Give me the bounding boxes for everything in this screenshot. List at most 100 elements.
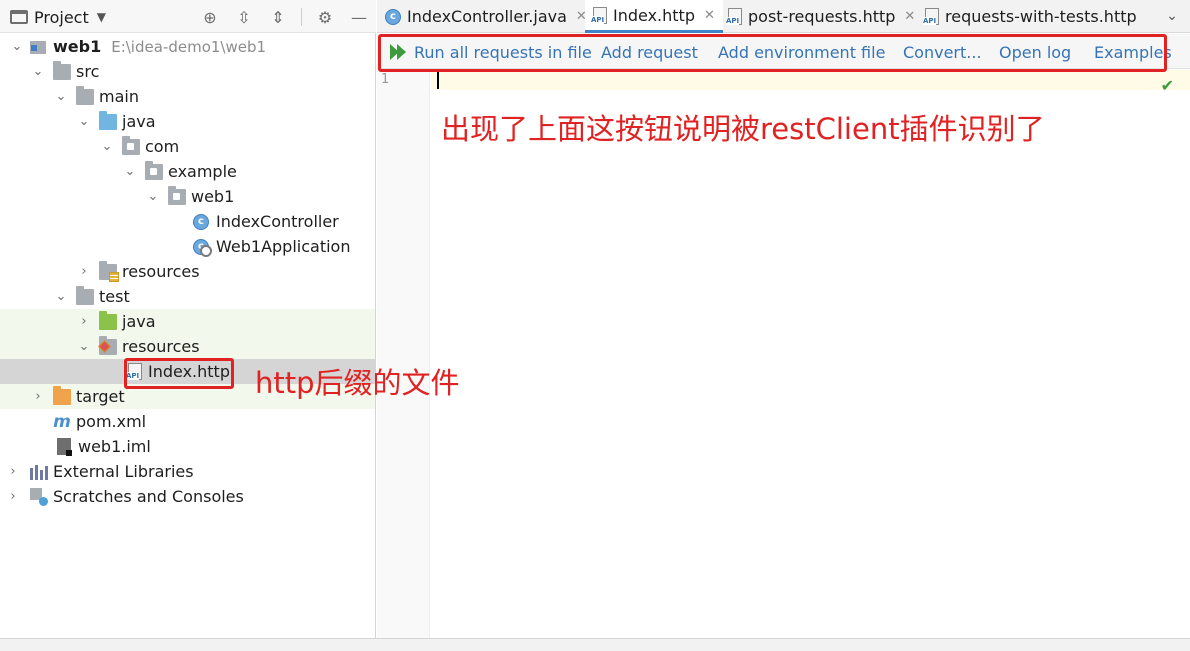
tab-indexcontroller-java[interactable]: c IndexController.java ✕ bbox=[377, 0, 595, 33]
editor-gutter: 1 bbox=[377, 70, 430, 638]
tree-item-web1application[interactable]: c Web1Application bbox=[0, 234, 375, 259]
package-icon bbox=[122, 135, 140, 155]
collapse-all-icon[interactable]: ⇕ bbox=[267, 6, 289, 28]
excluded-folder-icon bbox=[53, 385, 71, 405]
chevron-down-icon[interactable]: ⌄ bbox=[31, 64, 45, 79]
tree-item-web1-iml[interactable]: web1.iml bbox=[0, 434, 375, 459]
tree-item-web1-module[interactable]: ⌄ web1 E:\idea-demo1\web1 bbox=[0, 34, 375, 59]
checkmark-icon: ✔ bbox=[1160, 76, 1174, 95]
tab-index-http[interactable]: Index.http ✕ bbox=[585, 0, 723, 33]
tree-item-label: pom.xml bbox=[76, 412, 147, 431]
tab-label: Index.http bbox=[613, 5, 695, 25]
project-toolbar: ⊕ ⇳ ⇕ ⚙ — bbox=[199, 6, 370, 28]
chevron-down-icon[interactable]: ⌄ bbox=[100, 139, 114, 154]
iml-file-icon bbox=[57, 438, 72, 456]
tab-label: post-requests.http bbox=[748, 7, 896, 26]
chevron-down-icon[interactable]: ⌄ bbox=[146, 189, 160, 204]
toolbar-highlight-box bbox=[378, 34, 1167, 72]
tree-item-scratches[interactable]: › Scratches and Consoles bbox=[0, 484, 375, 509]
toolbar-annotation-text: 出现了上面这按钮说明被restClient插件识别了 bbox=[441, 112, 1045, 146]
tree-item-external-libraries[interactable]: › External Libraries bbox=[0, 459, 375, 484]
tree-item-pom-xml[interactable]: m pom.xml bbox=[0, 409, 375, 434]
chevron-down-icon[interactable]: ⌄ bbox=[54, 289, 68, 304]
chevron-down-icon[interactable]: ⌄ bbox=[1162, 6, 1182, 26]
chevron-down-icon[interactable]: ▼ bbox=[97, 10, 106, 24]
folder-icon bbox=[53, 60, 71, 80]
tree-item-indexcontroller[interactable]: c IndexController bbox=[0, 209, 375, 234]
close-icon[interactable]: ✕ bbox=[904, 9, 915, 24]
source-folder-icon bbox=[99, 110, 117, 130]
tree-item-test[interactable]: ⌄ test bbox=[0, 284, 375, 309]
tab-post-requests-http[interactable]: post-requests.http ✕ bbox=[720, 0, 923, 33]
tab-label: IndexController.java bbox=[407, 7, 567, 26]
editor-tabs: c IndexController.java ✕ Index.http ✕ po… bbox=[377, 0, 1190, 33]
tab-label: requests-with-tests.http bbox=[945, 7, 1137, 26]
tree-item-com[interactable]: ⌄ com bbox=[0, 134, 375, 159]
chevron-down-icon[interactable]: ⌄ bbox=[123, 164, 137, 179]
toolbar-divider bbox=[301, 8, 302, 26]
text-caret bbox=[437, 72, 439, 89]
tree-item-main-java[interactable]: ⌄ java bbox=[0, 109, 375, 134]
tree-item-label: External Libraries bbox=[53, 462, 194, 481]
test-source-folder-icon bbox=[99, 310, 117, 330]
tree-item-label: resources bbox=[122, 262, 200, 281]
tree-item-label: src bbox=[76, 62, 100, 81]
tree-item-example[interactable]: ⌄ example bbox=[0, 159, 375, 184]
minimize-icon[interactable]: — bbox=[348, 6, 370, 28]
tab-requests-with-tests-http[interactable]: requests-with-tests.http bbox=[917, 0, 1145, 33]
tree-item-test-resources[interactable]: ⌄ resources bbox=[0, 334, 375, 359]
java-class-icon: c bbox=[193, 213, 209, 230]
project-title: Project bbox=[34, 7, 89, 27]
tree-item-main-resources[interactable]: › resources bbox=[0, 259, 375, 284]
chevron-down-icon[interactable]: ⌄ bbox=[77, 339, 91, 354]
tree-item-label: Web1Application bbox=[216, 237, 351, 256]
package-icon bbox=[168, 185, 186, 205]
tree-item-label: web1 bbox=[191, 187, 235, 206]
module-path: E:\idea-demo1\web1 bbox=[111, 37, 267, 56]
chevron-right-icon[interactable]: › bbox=[6, 464, 20, 479]
chevron-down-icon[interactable]: ⌄ bbox=[77, 114, 91, 129]
tree-item-label: test bbox=[99, 287, 130, 306]
package-icon bbox=[145, 160, 163, 180]
tree-item-src[interactable]: ⌄ src bbox=[0, 59, 375, 84]
expand-all-icon[interactable]: ⇳ bbox=[233, 6, 255, 28]
project-header: Project ▼ ⊕ ⇳ ⇕ ⚙ — bbox=[0, 0, 376, 33]
library-icon bbox=[30, 464, 48, 480]
project-tool-window: Project ▼ ⊕ ⇳ ⇕ ⚙ — ⌄ web1 E:\idea-demo1… bbox=[0, 0, 376, 638]
chevron-down-icon[interactable]: ⌄ bbox=[54, 89, 68, 104]
java-class-icon: c bbox=[385, 8, 401, 25]
tree-item-label: java bbox=[122, 312, 156, 331]
chevron-right-icon[interactable]: › bbox=[77, 314, 91, 329]
maven-icon: m bbox=[53, 411, 71, 432]
http-file-icon bbox=[726, 8, 742, 25]
tree-item-web1-package[interactable]: ⌄ web1 bbox=[0, 184, 375, 209]
gear-icon[interactable]: ⚙ bbox=[314, 6, 336, 28]
module-icon bbox=[30, 39, 48, 55]
http-file-icon bbox=[923, 8, 939, 25]
tree-item-label: Scratches and Consoles bbox=[53, 487, 244, 506]
chevron-right-icon[interactable]: › bbox=[6, 489, 20, 504]
tree-item-label: com bbox=[145, 137, 180, 156]
tree-item-test-java[interactable]: › java bbox=[0, 309, 375, 334]
tree-item-label: resources bbox=[122, 337, 200, 356]
tree-item-main[interactable]: ⌄ main bbox=[0, 84, 375, 109]
editor-text-area[interactable]: ✔ bbox=[431, 70, 1190, 638]
close-icon[interactable]: ✕ bbox=[704, 8, 715, 23]
chevron-right-icon[interactable]: › bbox=[31, 389, 45, 404]
tree-item-label: target bbox=[76, 387, 125, 406]
chevron-right-icon[interactable]: › bbox=[77, 264, 91, 279]
current-line-highlight bbox=[431, 70, 1190, 90]
tree-item-label: example bbox=[168, 162, 237, 181]
project-view-selector[interactable]: Project ▼ bbox=[10, 6, 106, 28]
resources-folder-icon bbox=[99, 260, 119, 282]
spring-app-class-icon: c bbox=[193, 238, 212, 257]
tree-item-label: main bbox=[99, 87, 139, 106]
locate-icon[interactable]: ⊕ bbox=[199, 6, 221, 28]
file-highlight-box bbox=[124, 358, 234, 389]
chevron-down-icon[interactable]: ⌄ bbox=[10, 39, 24, 54]
folder-icon bbox=[76, 85, 94, 105]
file-annotation-text: http后缀的文件 bbox=[255, 366, 460, 400]
tree-item-label: java bbox=[122, 112, 156, 131]
tree-item-label: web1.iml bbox=[78, 437, 151, 456]
project-window-icon bbox=[10, 10, 28, 24]
